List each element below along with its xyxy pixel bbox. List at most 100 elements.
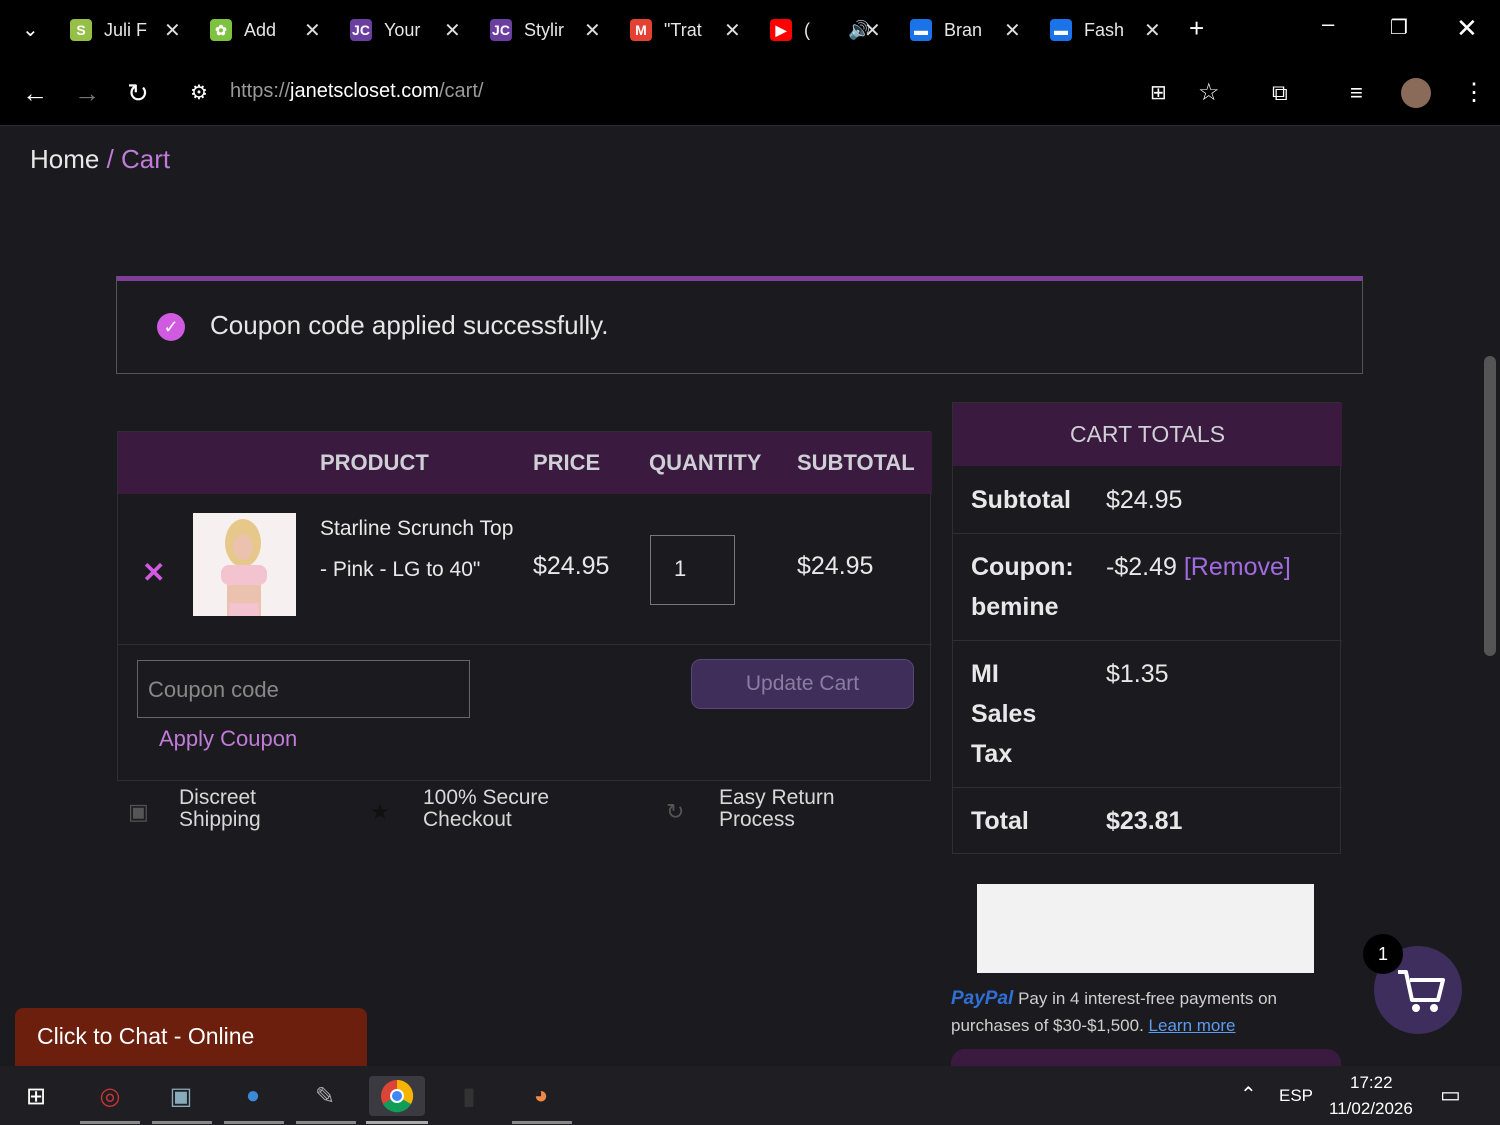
tab-close-icon[interactable]: ✕ bbox=[724, 18, 741, 43]
remove-coupon-link[interactable]: [Remove] bbox=[1184, 553, 1291, 581]
url-field[interactable]: https://janetscloset.com/cart/ bbox=[230, 80, 483, 103]
tab-2[interactable]: JC Your ✕ bbox=[350, 12, 461, 48]
jc-logo-icon: JC bbox=[490, 19, 512, 41]
cart-totals: CART TOTALS Subtotal $24.95 Coupon: bemi… bbox=[952, 402, 1342, 854]
taskbar: ⊞ ◎ ▣ ● ✎ ▮ ◕ ⌃ ESP 17:22 11/02/2026 ▭ bbox=[0, 1066, 1500, 1125]
tab-6[interactable]: ▬ Bran ✕ bbox=[910, 12, 1021, 48]
tab-7[interactable]: ▬ Fash ✕ bbox=[1050, 12, 1161, 48]
forward-icon[interactable]: → bbox=[74, 79, 100, 107]
success-notice: ✓ Coupon code applied successfully. bbox=[116, 276, 1363, 374]
page-content: Home / Cart ✓ Coupon code applied succes… bbox=[0, 127, 1480, 1066]
chrome-icon[interactable] bbox=[369, 1076, 425, 1116]
language-indicator[interactable]: ESP bbox=[1279, 1086, 1313, 1106]
coupon-code-input[interactable]: Coupon code bbox=[137, 660, 470, 718]
tab-close-icon[interactable]: ✕ bbox=[444, 18, 461, 43]
scrollbar-thumb[interactable] bbox=[1484, 356, 1496, 656]
breadcrumb-home[interactable]: Home bbox=[30, 144, 99, 174]
new-tab-button[interactable]: + bbox=[1189, 14, 1204, 42]
tab-label: Juli F bbox=[104, 19, 148, 40]
tab-0[interactable]: S Juli F ✕ bbox=[70, 12, 181, 48]
refresh-icon: ↻ bbox=[666, 799, 685, 824]
remove-item-icon[interactable]: ✕ bbox=[142, 556, 165, 589]
bookmark-star-icon[interactable]: ☆ bbox=[1198, 79, 1220, 107]
cart-totals-title: CART TOTALS bbox=[953, 403, 1342, 466]
taskbar-indicator bbox=[224, 1121, 284, 1124]
cart-table-header: PRODUCT PRICE QUANTITY SUBTOTAL bbox=[118, 432, 932, 494]
breadcrumb: Home / Cart bbox=[30, 144, 170, 175]
minimize-button[interactable]: – bbox=[1322, 10, 1334, 38]
pointer-app-icon[interactable]: ● bbox=[233, 1076, 273, 1116]
tax-label: MI Sales Tax bbox=[971, 660, 1037, 768]
address-bar: ← → ↻ ⚙ ⊞ ☆ ⧉ ≡ ⋮ bbox=[0, 60, 1500, 126]
learn-more-link[interactable]: Learn more bbox=[1149, 1016, 1236, 1035]
cursor-app-icon[interactable]: ◎ bbox=[90, 1076, 130, 1116]
tab-close-icon[interactable]: ✕ bbox=[1144, 18, 1161, 43]
chat-icon: ▬ bbox=[910, 19, 932, 41]
profile-avatar[interactable] bbox=[1401, 78, 1431, 108]
header-price: PRICE bbox=[533, 450, 601, 475]
tab-label: Fash bbox=[1084, 19, 1125, 40]
tab-search-icon[interactable]: ⌄ bbox=[22, 16, 39, 44]
header-subtotal: SUBTOTAL bbox=[797, 450, 915, 475]
payment-button-area[interactable] bbox=[977, 884, 1314, 973]
site-settings-icon[interactable]: ⚙ bbox=[190, 79, 208, 107]
app-window-icon[interactable]: ▣ bbox=[161, 1076, 201, 1116]
extensions-icon[interactable]: ⧉ bbox=[1272, 79, 1288, 107]
reload-icon[interactable]: ↻ bbox=[127, 79, 149, 107]
coupon-label: Coupon: bemine bbox=[971, 553, 1074, 621]
tab-bar: ⌄ S Juli F ✕ ✿ Add ✕ JC Your ✕ JC Stylir ✕ M "Trat ✕ ▶ (… bbox=[0, 0, 1500, 60]
tab-label: Your bbox=[384, 19, 421, 40]
breadcrumb-current: Cart bbox=[121, 144, 171, 174]
tab-3[interactable]: JC Stylir ✕ bbox=[490, 12, 601, 48]
tab-1[interactable]: ✿ Add ✕ bbox=[210, 12, 321, 48]
jc-logo-icon: JC bbox=[350, 19, 372, 41]
tab-close-icon[interactable]: ✕ bbox=[1004, 18, 1021, 43]
tray-chevron-icon[interactable]: ⌃ bbox=[1240, 1082, 1257, 1107]
translate-icon[interactable]: ⊞ bbox=[1150, 79, 1167, 107]
menu-icon[interactable]: ⋮ bbox=[1462, 79, 1486, 107]
clock-time[interactable]: 17:22 bbox=[1350, 1073, 1393, 1093]
tab-label: "Trat bbox=[664, 19, 702, 40]
tool-app-icon[interactable]: ✎ bbox=[305, 1076, 345, 1116]
subtotal-label: Subtotal bbox=[971, 486, 1071, 514]
tab-close-icon[interactable]: ✕ bbox=[864, 18, 881, 43]
windows-start-icon[interactable]: ⊞ bbox=[16, 1076, 56, 1116]
chat-icon: ▬ bbox=[1050, 19, 1072, 41]
apply-coupon-button[interactable]: Apply Coupon bbox=[159, 726, 297, 752]
tab-close-icon[interactable]: ✕ bbox=[164, 18, 181, 43]
totals-divider bbox=[953, 533, 1342, 534]
update-cart-button[interactable]: Update Cart bbox=[691, 659, 914, 709]
tab-4[interactable]: M "Trat ✕ bbox=[630, 12, 741, 48]
cart-count-badge: 1 bbox=[1363, 934, 1403, 974]
product-image[interactable] bbox=[193, 513, 296, 616]
check-circle-icon: ✓ bbox=[157, 313, 185, 341]
close-window-button[interactable]: ✕ bbox=[1456, 14, 1478, 42]
paypal-message: PayPal Pay in 4 interest-free payments o… bbox=[951, 985, 1351, 1039]
totals-divider bbox=[953, 640, 1342, 641]
row-divider bbox=[118, 644, 932, 645]
chat-widget-button[interactable]: Click to Chat - Online bbox=[15, 1008, 367, 1066]
paint-app-icon[interactable]: ◕ bbox=[521, 1076, 561, 1116]
box-icon: ▣ bbox=[128, 799, 149, 824]
notice-text: Coupon code applied successfully. bbox=[210, 310, 609, 340]
back-icon[interactable]: ← bbox=[22, 79, 48, 107]
checkout-button[interactable] bbox=[951, 1049, 1341, 1066]
tab-close-icon[interactable]: ✕ bbox=[304, 18, 321, 43]
coupon-discount: -$2.49 bbox=[1106, 553, 1177, 581]
tab-5[interactable]: ▶( 🔊 ✕ bbox=[770, 12, 881, 48]
tab-close-icon[interactable]: ✕ bbox=[584, 18, 601, 43]
restore-button[interactable]: ❐ bbox=[1390, 14, 1408, 42]
total-value: $23.81 bbox=[1106, 807, 1183, 835]
mouse-app-icon[interactable]: ▮ bbox=[449, 1076, 489, 1116]
media-control-icon[interactable]: ≡ bbox=[1350, 79, 1363, 107]
gmail-icon: M bbox=[630, 19, 652, 41]
clock-date[interactable]: 11/02/2026 bbox=[1329, 1099, 1413, 1119]
quantity-input[interactable]: 1 bbox=[650, 535, 735, 605]
tab-label: Bran bbox=[944, 19, 983, 40]
item-subtotal: $24.95 bbox=[797, 552, 874, 580]
taskbar-indicator bbox=[366, 1121, 428, 1124]
coupon-value: -$2.49 [Remove] bbox=[1106, 547, 1291, 587]
notification-icon[interactable]: ▭ bbox=[1440, 1082, 1461, 1108]
total-label: Total bbox=[971, 807, 1029, 835]
product-name-link[interactable]: Starline Scrunch Top - Pink - LG to 40" bbox=[320, 508, 520, 590]
